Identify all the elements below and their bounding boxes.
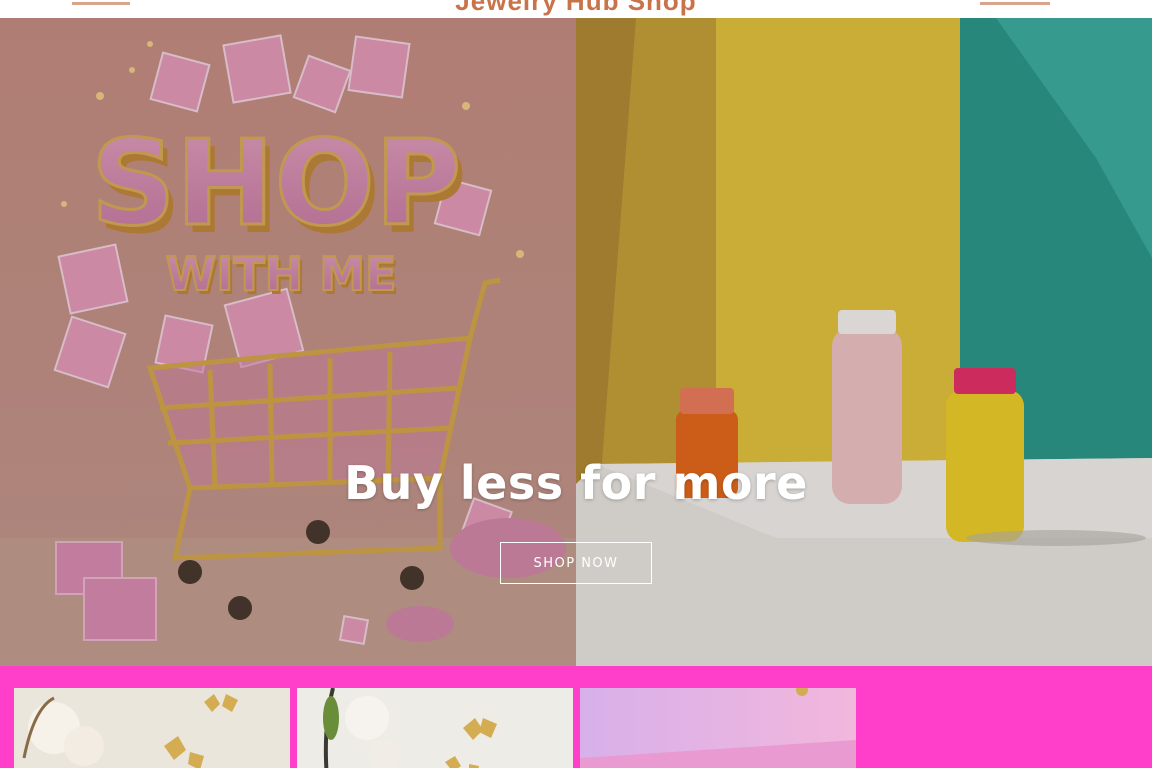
hero-right-image: [576, 18, 1152, 666]
hero-left-image: SHOP SHOP WITH ME WITH ME: [0, 18, 576, 666]
shop-now-button[interactable]: SHOP NOW: [500, 542, 652, 584]
product-card[interactable]: [580, 688, 856, 768]
yellow-bottle: [946, 368, 1024, 542]
product-grid-section: [0, 666, 1152, 768]
site-header: Jewelry Hub Shop: [0, 0, 1152, 18]
hero-banner: SHOP SHOP WITH ME WITH ME Buy less for m…: [0, 18, 1152, 666]
hero-heading: Buy less for more: [344, 456, 808, 510]
art-shop-text: SHOP: [91, 114, 462, 252]
product-card[interactable]: [14, 688, 290, 768]
header-nav-right[interactable]: [980, 0, 1050, 5]
art-withme-text: WITH ME: [166, 247, 397, 301]
product-card[interactable]: [297, 688, 573, 768]
